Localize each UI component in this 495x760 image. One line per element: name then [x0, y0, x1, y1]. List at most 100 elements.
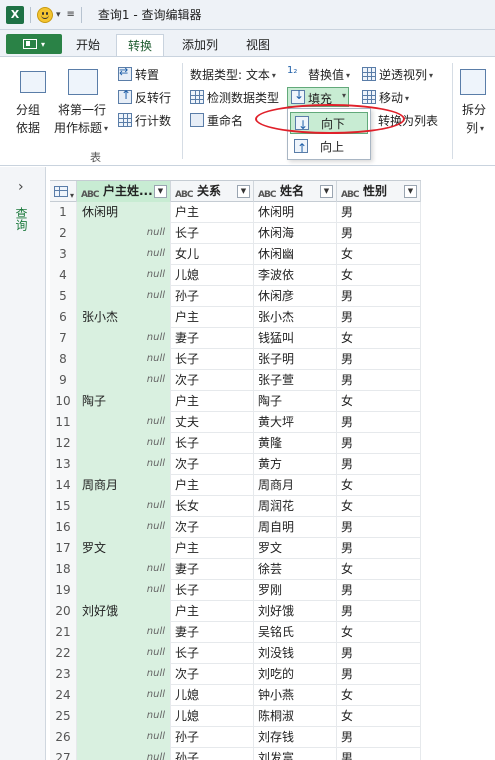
- cell-householder-null[interactable]: null: [77, 559, 171, 580]
- column-header-name[interactable]: ABC 姓名 ▼: [254, 181, 337, 203]
- cell-relation[interactable]: 户主: [171, 475, 254, 496]
- table-row[interactable]: 26 null 孙子 刘存钱男: [50, 727, 421, 748]
- group-by-button-line1[interactable]: 分组: [16, 101, 40, 118]
- row-number[interactable]: 16: [50, 517, 77, 538]
- group-by-button-line2[interactable]: 依据: [16, 119, 40, 136]
- cell-name[interactable]: 徐芸: [254, 559, 337, 580]
- tab-add-column[interactable]: 添加列: [172, 34, 228, 56]
- cell-relation[interactable]: 孙子: [171, 286, 254, 307]
- row-number[interactable]: 13: [50, 454, 77, 475]
- cell-householder-null[interactable]: null: [77, 454, 171, 475]
- tab-home[interactable]: 开始: [66, 34, 110, 56]
- cell-gender[interactable]: 男: [337, 727, 421, 748]
- detect-data-type-button[interactable]: 检测数据类型: [190, 89, 279, 106]
- cell-name[interactable]: 刘发富: [254, 748, 337, 760]
- table-options-button[interactable]: ▾: [50, 181, 77, 203]
- table-row[interactable]: 24 null 儿媳 钟小燕女: [50, 685, 421, 706]
- cell-name[interactable]: 休闲幽: [254, 244, 337, 265]
- move-button[interactable]: 移动 ▾: [362, 89, 409, 106]
- cell-householder[interactable]: 张小杰: [77, 307, 171, 328]
- replace-values-button[interactable]: 替换值▾: [287, 65, 350, 83]
- cell-relation[interactable]: 女儿: [171, 244, 254, 265]
- row-number[interactable]: 17: [50, 538, 77, 559]
- use-first-row-button-line2[interactable]: 用作标题 ▾: [54, 119, 108, 136]
- row-number[interactable]: 4: [50, 265, 77, 286]
- cell-gender[interactable]: 女: [337, 559, 421, 580]
- row-number[interactable]: 2: [50, 223, 77, 244]
- smile-feedback-icon[interactable]: [37, 6, 53, 23]
- cell-relation[interactable]: 孙子: [171, 748, 254, 760]
- row-number[interactable]: 24: [50, 685, 77, 706]
- cell-gender[interactable]: 女: [337, 328, 421, 349]
- cell-relation[interactable]: 长女: [171, 496, 254, 517]
- row-number[interactable]: 12: [50, 433, 77, 454]
- cell-name[interactable]: 刘没钱: [254, 643, 337, 664]
- cell-gender[interactable]: 男: [337, 286, 421, 307]
- table-row[interactable]: 6 张小杰 户主 张小杰男: [50, 307, 421, 328]
- cell-householder-null[interactable]: null: [77, 496, 171, 517]
- cell-name[interactable]: 钱猛叫: [254, 328, 337, 349]
- row-number[interactable]: 3: [50, 244, 77, 265]
- cell-gender[interactable]: 男: [337, 538, 421, 559]
- fill-down-menu-item[interactable]: 向下: [290, 112, 368, 136]
- fill-up-menu-item[interactable]: 向上: [290, 136, 368, 159]
- cell-name[interactable]: 休闲海: [254, 223, 337, 244]
- cell-relation[interactable]: 户主: [171, 391, 254, 412]
- table-row[interactable]: 10 陶子 户主 陶子女: [50, 391, 421, 412]
- table-row[interactable]: 21 null 妻子 吴铭氏女: [50, 622, 421, 643]
- cell-name[interactable]: 黄大坪: [254, 412, 337, 433]
- row-number[interactable]: 27: [50, 748, 77, 760]
- cell-name[interactable]: 周润花: [254, 496, 337, 517]
- tab-transform[interactable]: 转换: [116, 34, 164, 56]
- cell-householder[interactable]: 刘好饿: [77, 601, 171, 622]
- cell-householder-null[interactable]: null: [77, 748, 171, 760]
- row-number[interactable]: 5: [50, 286, 77, 307]
- table-row[interactable]: 17 罗文 户主 罗文男: [50, 538, 421, 559]
- cell-relation[interactable]: 长子: [171, 349, 254, 370]
- transpose-button[interactable]: 转置: [118, 65, 159, 83]
- column-header-gender[interactable]: ABC 性别 ▼: [337, 181, 421, 203]
- cell-relation[interactable]: 长子: [171, 580, 254, 601]
- table-row[interactable]: 9 null 次子 张子萱男: [50, 370, 421, 391]
- table-row[interactable]: 8 null 长子 张子明男: [50, 349, 421, 370]
- table-row[interactable]: 18 null 妻子 徐芸女: [50, 559, 421, 580]
- cell-relation[interactable]: 长子: [171, 223, 254, 244]
- cell-householder-null[interactable]: null: [77, 643, 171, 664]
- cell-relation[interactable]: 妻子: [171, 328, 254, 349]
- cell-householder-null[interactable]: null: [77, 265, 171, 286]
- cell-gender[interactable]: 男: [337, 370, 421, 391]
- column-header-relation[interactable]: ABC 关系 ▼: [171, 181, 254, 203]
- cell-relation[interactable]: 妻子: [171, 559, 254, 580]
- cell-relation[interactable]: 次子: [171, 517, 254, 538]
- cell-name[interactable]: 陈桐淑: [254, 706, 337, 727]
- tab-view[interactable]: 视图: [236, 34, 280, 56]
- cell-relation[interactable]: 孙子: [171, 727, 254, 748]
- table-row[interactable]: 15 null 长女 周润花女: [50, 496, 421, 517]
- table-row[interactable]: 4 null 儿媳 李波依女: [50, 265, 421, 286]
- count-rows-button[interactable]: 行计数: [118, 112, 171, 129]
- filter-dropdown-icon[interactable]: ▼: [237, 185, 250, 198]
- row-number[interactable]: 18: [50, 559, 77, 580]
- cell-name[interactable]: 休闲彦: [254, 286, 337, 307]
- row-number[interactable]: 20: [50, 601, 77, 622]
- use-first-row-button-line1[interactable]: 将第一行: [58, 101, 106, 118]
- cell-gender[interactable]: 男: [337, 454, 421, 475]
- cell-name[interactable]: 张子萱: [254, 370, 337, 391]
- cell-gender[interactable]: 女: [337, 622, 421, 643]
- cell-relation[interactable]: 丈夫: [171, 412, 254, 433]
- cell-householder[interactable]: 罗文: [77, 538, 171, 559]
- cell-householder-null[interactable]: null: [77, 328, 171, 349]
- cell-relation[interactable]: 次子: [171, 664, 254, 685]
- column-header-householder[interactable]: ABC 户主姓... ▼: [77, 181, 171, 203]
- cell-householder-null[interactable]: null: [77, 223, 171, 244]
- convert-to-list-button[interactable]: 转换为列表: [378, 112, 438, 129]
- cell-relation[interactable]: 长子: [171, 433, 254, 454]
- cell-gender[interactable]: 女: [337, 244, 421, 265]
- cell-householder-null[interactable]: null: [77, 727, 171, 748]
- row-number[interactable]: 23: [50, 664, 77, 685]
- row-number[interactable]: 11: [50, 412, 77, 433]
- cell-name[interactable]: 黄隆: [254, 433, 337, 454]
- cell-householder-null[interactable]: null: [77, 412, 171, 433]
- cell-relation[interactable]: 户主: [171, 601, 254, 622]
- cell-householder-null[interactable]: null: [77, 244, 171, 265]
